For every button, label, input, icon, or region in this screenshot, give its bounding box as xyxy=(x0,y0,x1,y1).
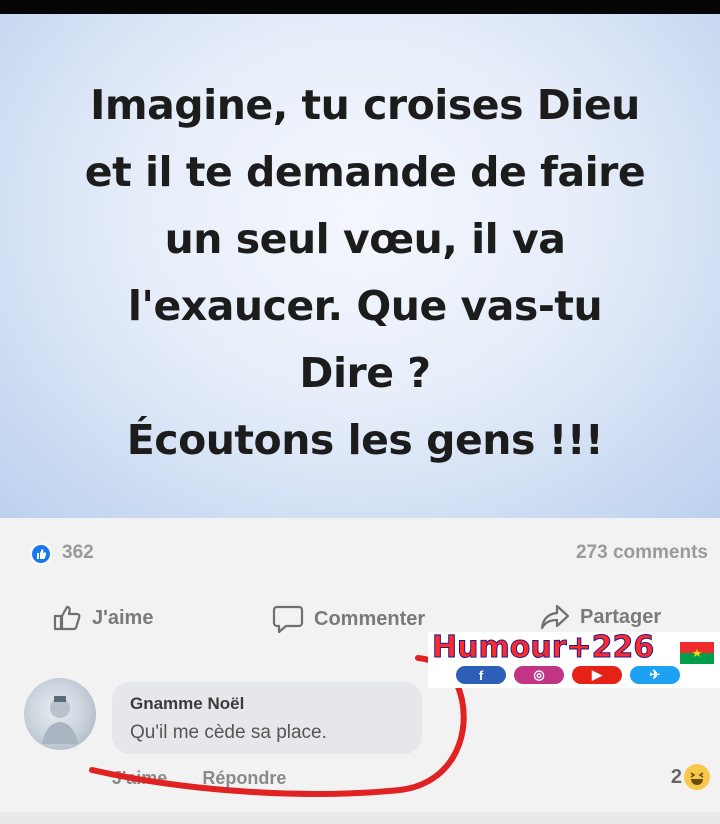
comment-text: Qu'il me cède sa place. xyxy=(130,722,327,743)
comment-actions: J'aime Répondre xyxy=(112,768,316,789)
avatar[interactable] xyxy=(24,678,96,750)
share-icon xyxy=(540,604,570,630)
post-text: Imagine, tu croises Dieu et il te demand… xyxy=(84,81,646,464)
post-stats: 362 273 comments xyxy=(0,518,720,588)
top-black-bar xyxy=(0,0,720,14)
comment-bubble[interactable]: Gnamme Noël Qu'il me cède sa place. xyxy=(112,682,422,754)
like-count[interactable]: 362 xyxy=(62,542,94,564)
comment-like-link[interactable]: J'aime xyxy=(112,768,167,788)
bottom-edge xyxy=(0,812,720,824)
comment-reply-link[interactable]: Répondre xyxy=(202,768,286,788)
comment-button-label: Commenter xyxy=(314,607,426,630)
share-button-label: Partager xyxy=(580,605,662,628)
like-button-label: J'aime xyxy=(92,606,154,629)
comment-author[interactable]: Gnamme Noël xyxy=(130,694,244,714)
twitter-icon: ✈ xyxy=(630,666,680,684)
comment-count[interactable]: 273 comments xyxy=(576,542,708,564)
instagram-icon: ◎ xyxy=(514,666,564,684)
watermark-banner: Humour+226 f ◎ ▶ ✈ xyxy=(428,630,720,688)
comment: Gnamme Noël Qu'il me cède sa place. J'ai… xyxy=(0,668,720,824)
share-button[interactable]: Partager xyxy=(540,604,661,630)
thumbs-up-icon xyxy=(53,605,81,631)
watermark-social-icons: f ◎ ▶ ✈ xyxy=(456,666,680,684)
watermark-text: Humour+226 xyxy=(431,630,655,666)
like-reaction-icon xyxy=(30,543,52,565)
comment-icon xyxy=(272,605,304,634)
haha-reaction-icon xyxy=(684,764,710,790)
youtube-icon: ▶ xyxy=(572,666,622,684)
like-button[interactable]: J'aime xyxy=(52,604,153,632)
comment-reaction-count[interactable]: 2 xyxy=(671,766,682,789)
facebook-icon: f xyxy=(456,666,506,684)
post-image[interactable]: Imagine, tu croises Dieu et il te demand… xyxy=(0,14,720,518)
comment-button[interactable]: Commenter xyxy=(272,604,425,634)
burkina-faso-flag-icon xyxy=(680,642,714,664)
